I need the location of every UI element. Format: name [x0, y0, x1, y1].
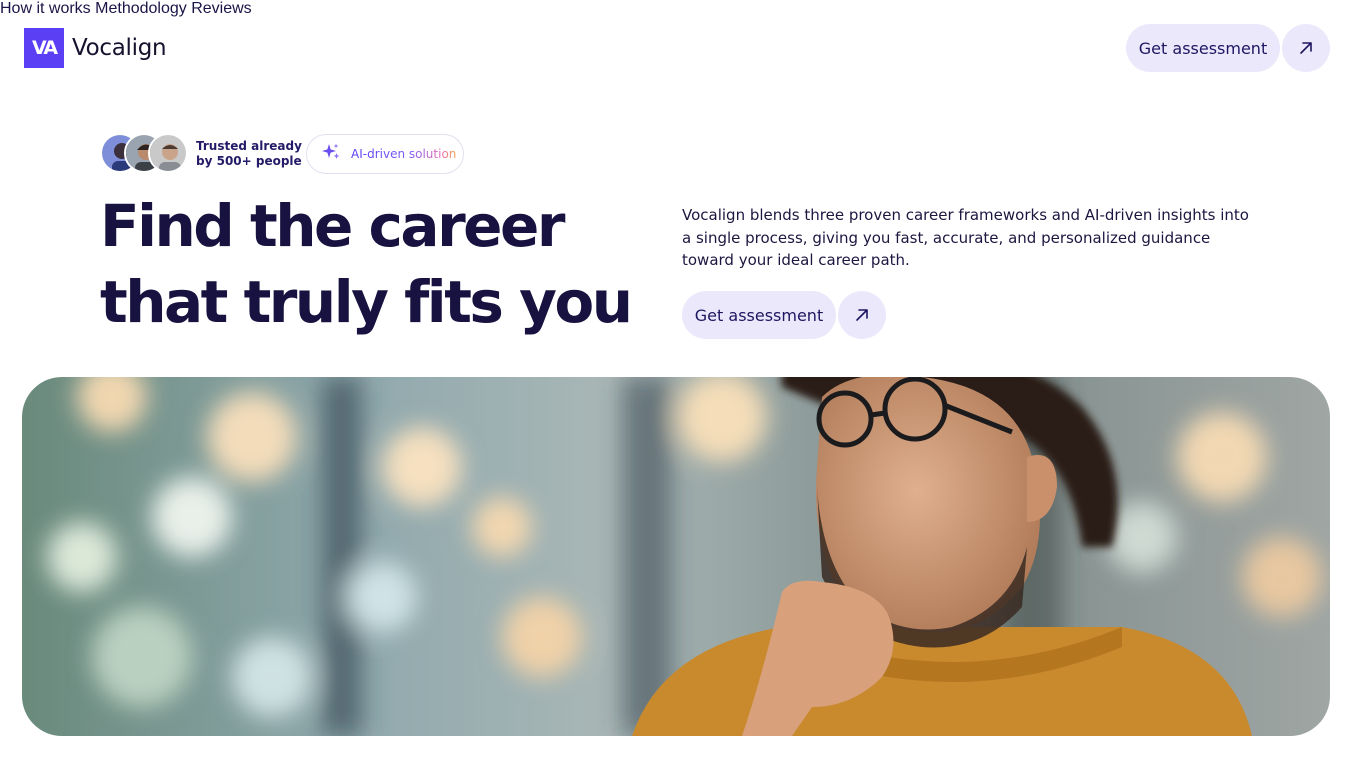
- get-assessment-button[interactable]: Get assessment: [1126, 24, 1280, 72]
- hero-cta: Get assessment: [682, 291, 886, 339]
- site-header: VA Vocalign How it works Methodology Rev…: [0, 0, 1352, 96]
- nav-methodology[interactable]: Methodology: [95, 0, 187, 17]
- header-cta: Get assessment: [1126, 24, 1330, 72]
- hero-headline: Find the career that truly fits you: [100, 192, 633, 336]
- logo[interactable]: VA Vocalign: [24, 28, 167, 68]
- trust-indicator: Trusted already by 500+ people: [100, 133, 302, 175]
- avatar: [148, 133, 188, 173]
- get-assessment-button[interactable]: Get assessment: [682, 291, 836, 339]
- arrow-up-right-icon[interactable]: [1282, 24, 1330, 72]
- trust-text: Trusted already by 500+ people: [196, 139, 302, 168]
- sparkle-icon: [321, 142, 341, 167]
- nav-how-it-works[interactable]: How it works: [0, 0, 91, 17]
- hero-description: Vocalign blends three proven career fram…: [682, 206, 1249, 269]
- arrow-up-right-icon[interactable]: [838, 291, 886, 339]
- ai-badge: AI-driven solution: [306, 134, 464, 174]
- hero-image: [22, 377, 1330, 736]
- avatar-group: [100, 133, 190, 175]
- nav-reviews[interactable]: Reviews: [191, 0, 251, 17]
- ai-badge-label: AI-driven solution: [351, 147, 457, 161]
- brand-name: Vocalign: [72, 35, 167, 61]
- logo-mark: VA: [24, 28, 64, 68]
